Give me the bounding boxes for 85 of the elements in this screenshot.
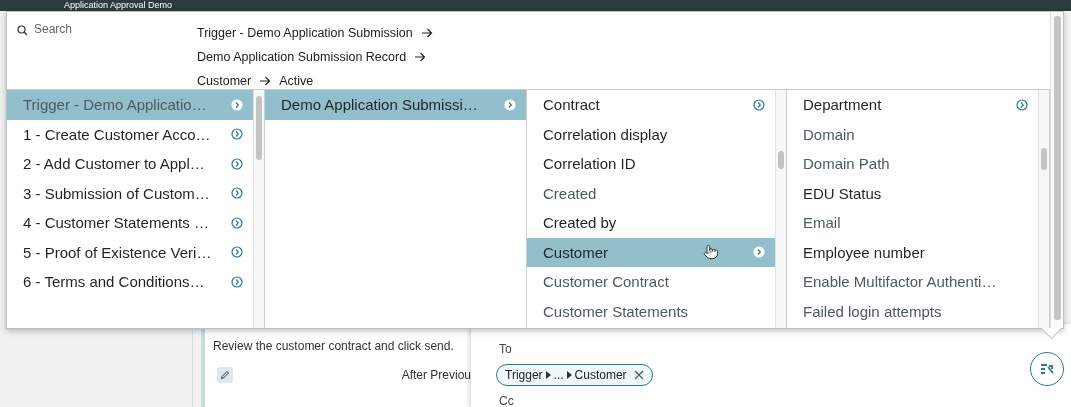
right-arrow-icon [259,76,272,86]
field-label: Domain [803,125,855,143]
field-item[interactable]: EDU Status [787,178,1038,208]
field-label: Created by [543,214,617,232]
chevron-circle-icon [231,187,243,200]
pointer-cursor-icon [703,244,719,261]
edit-button[interactable] [217,367,233,383]
scrollbar-thumb[interactable] [1041,148,1047,170]
field-label: EDU Status [803,184,882,202]
field-item[interactable]: 2 - Add Customer to Appl… [7,149,253,179]
field-item[interactable]: Enable Multifactor Authenti… [787,267,1038,297]
path-label: Active [279,74,314,88]
field-label: Created [543,184,597,202]
close-icon[interactable] [633,370,644,380]
field-label: Trigger - Demo Applicatio… [23,96,207,114]
data-picker-button[interactable] [1030,352,1064,386]
field-label: Domain Path [803,155,890,173]
path-label: Trigger - Demo Application Submission [197,26,413,40]
search-icon [17,25,28,36]
field-label: Enable Multifactor Authenti… [803,273,997,291]
field-item[interactable]: Customer [527,237,775,267]
field-label: Correlation ID [543,155,636,173]
field-label: Email [803,214,841,232]
right-arrow-icon [420,28,433,38]
cc-label: Cc [499,394,515,407]
triangle-right-icon [566,371,572,379]
field-item[interactable]: Domain Path [787,149,1038,179]
field-item[interactable]: 3 - Submission of Custom… [7,178,253,208]
field-label: Customer [543,243,609,261]
field-label: Employee number [803,243,925,261]
field-item[interactable]: Created by [527,208,775,238]
timing-label: After Previou [401,368,471,382]
scrollbar-thumb[interactable] [1054,16,1061,320]
chevron-circle-icon [231,157,243,170]
chevron-circle-icon [231,128,243,141]
field-item[interactable]: Customer Contract [527,267,775,297]
chevron-circle-icon [231,275,243,288]
field-label: 4 - Customer Statements … [23,214,209,232]
picker-icon [1040,363,1054,375]
field-item[interactable]: Correlation display [527,119,775,149]
field-item[interactable]: Customer Statements [527,296,775,326]
field-item[interactable]: Demo Application Submissi… [265,90,526,120]
path-label: Customer [197,74,252,88]
right-arrow-icon [414,52,427,62]
field-item[interactable]: Created [527,178,775,208]
field-item[interactable]: Correlation ID [527,149,775,179]
field-label: Department [803,96,882,114]
chevron-circle-icon [753,246,765,259]
field-label: Contract [543,96,600,114]
field-item[interactable]: Employee number [787,237,1038,267]
triangle-right-icon [545,371,551,379]
field-item[interactable]: 1 - Create Customer Acco… [7,119,253,149]
pencil-icon [220,370,230,380]
chevron-circle-icon [231,246,243,259]
field-item[interactable]: Department [787,90,1038,120]
field-item[interactable]: 4 - Customer Statements … [7,208,253,238]
chevron-circle-icon [753,98,765,111]
field-label: 1 - Create Customer Acco… [23,125,211,143]
field-label: Customer Statements [543,302,689,320]
field-label: 5 - Proof of Existence Veri… [23,243,212,261]
chevron-circle-icon [231,98,243,111]
field-item[interactable]: Failed login attempts [787,296,1038,326]
recipient-chip[interactable]: Trigger ... Customer [496,364,653,386]
field-label: Correlation display [543,125,668,143]
field-label: Customer Contract [543,273,669,291]
chevron-circle-icon [1016,98,1028,111]
field-label: Demo Application Submissi… [281,96,478,114]
field-item[interactable]: Email [787,208,1038,238]
field-item[interactable]: Trigger - Demo Applicatio… [7,90,253,120]
chevron-circle-icon [504,98,516,111]
step-description: Review the customer contract and click send. [213,339,455,353]
scrollbar-thumb[interactable] [778,151,784,169]
field-label: 3 - Submission of Custom… [23,184,210,202]
to-label: To [499,342,513,356]
field-label: 6 - Terms and Conditions… [23,273,205,291]
field-label: 2 - Add Customer to Appl… [23,155,205,173]
scrollbar-thumb[interactable] [256,96,262,160]
field-item[interactable]: Domain [787,119,1038,149]
chevron-circle-icon [231,216,243,229]
field-item[interactable]: Contract [527,90,775,120]
field-item[interactable]: 6 - Terms and Conditions… [7,267,253,297]
app-title: Application Approval Demo [64,0,173,11]
field-label: Failed login attempts [803,302,942,320]
path-label: Demo Application Submission Record [197,50,407,64]
field-item[interactable]: 5 - Proof of Existence Veri… [7,237,253,267]
